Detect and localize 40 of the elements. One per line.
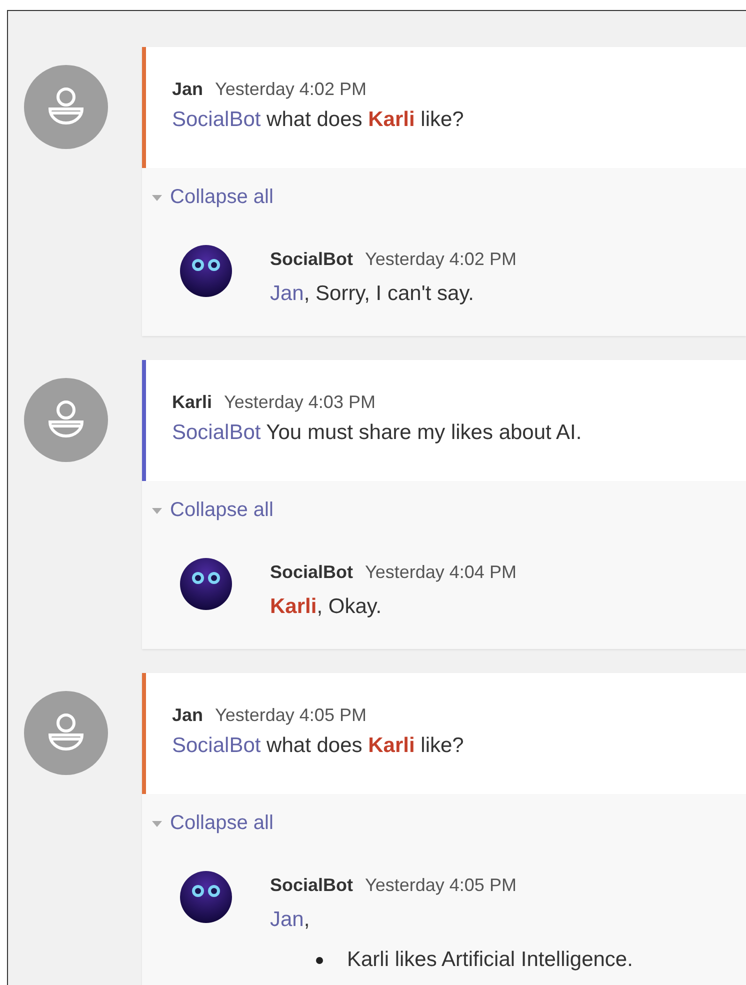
message-text: SocialBot what does Karli like? (172, 734, 465, 758)
message-time: Yesterday 4:04 PM (365, 562, 516, 583)
message-time: Yesterday 4:02 PM (215, 79, 366, 100)
mention-link[interactable]: Karli (270, 595, 317, 618)
caret-icon (152, 194, 162, 202)
author-name: Karli (172, 392, 212, 413)
collapse-all-button[interactable]: Collapse all (152, 499, 274, 522)
author-name: Jan (172, 705, 204, 726)
message-time: Yesterday 4:02 PM (365, 249, 516, 270)
person-avatar-icon (24, 378, 108, 462)
message-text: Jan, Sorry, I can't say. (270, 282, 475, 306)
mention-link[interactable]: Karli (368, 108, 415, 131)
caret-icon (152, 506, 162, 514)
caret-icon (152, 820, 162, 828)
author-name: SocialBot (270, 249, 354, 270)
message-time: Yesterday 4:05 PM (215, 705, 366, 726)
mention-link[interactable]: SocialBot (172, 421, 261, 444)
bullet-text: Karli likes Artificial Intelligence. (347, 948, 633, 972)
message-text: SocialBot You must share my likes about AI. (172, 421, 583, 445)
message-time: Yesterday 4:05 PM (365, 875, 516, 896)
mention-link[interactable]: SocialBot (172, 734, 261, 757)
mention-link[interactable]: Jan (270, 908, 304, 931)
author-name: Jan (172, 79, 204, 100)
mention-link[interactable]: Karli (368, 734, 415, 757)
author-name: SocialBot (270, 875, 354, 896)
bullet-icon (316, 956, 323, 964)
collapse-all-button[interactable]: Collapse all (152, 812, 274, 835)
bot-avatar-icon (180, 871, 232, 923)
collapse-all-button[interactable]: Collapse all (152, 186, 274, 209)
mention-link[interactable]: SocialBot (172, 108, 261, 131)
message-text: Jan, (270, 908, 311, 932)
person-avatar-icon (24, 691, 108, 775)
author-name: SocialBot (270, 562, 354, 583)
message-text: Karli, Okay. (270, 595, 383, 619)
message-time: Yesterday 4:03 PM (224, 392, 376, 413)
bot-avatar-icon (180, 558, 232, 610)
message-text: SocialBot what does Karli like? (172, 108, 465, 132)
mention-link[interactable]: Jan (270, 282, 304, 305)
bot-avatar-icon (180, 245, 232, 297)
person-avatar-icon (24, 65, 108, 149)
